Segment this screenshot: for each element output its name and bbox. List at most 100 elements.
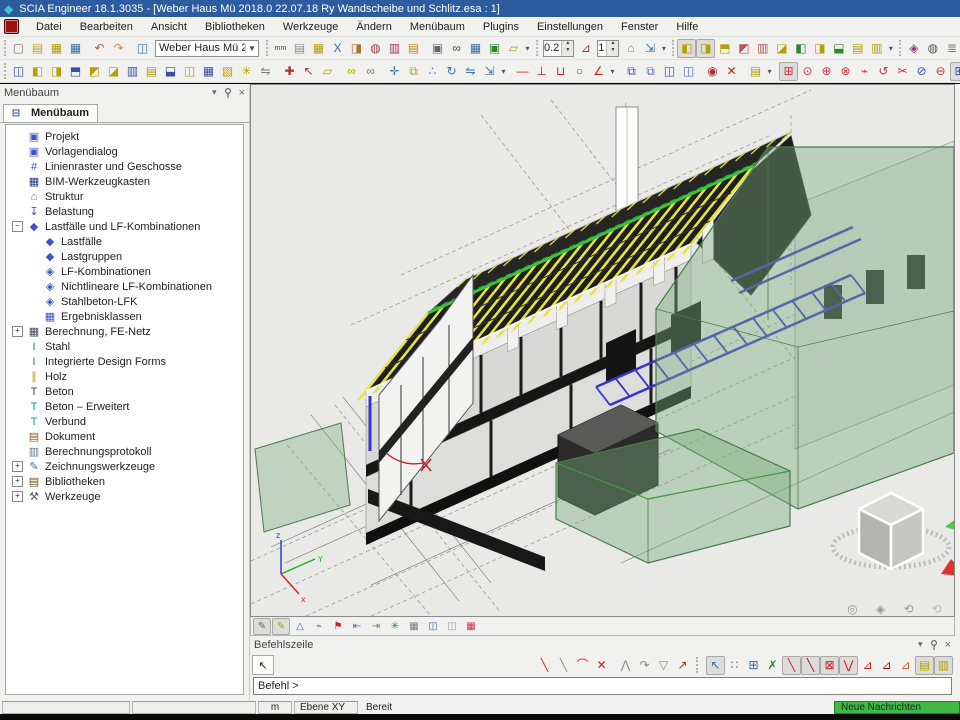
snap-midpoint-2-icon[interactable]: ╲ (801, 656, 820, 675)
search-binoculars-icon[interactable]: ∞ (447, 39, 466, 58)
node-snap-4-icon[interactable]: ⊗ (836, 62, 855, 81)
activity-toggle-icon[interactable]: ◈ (904, 39, 923, 58)
redo-icon[interactable]: ↷ (109, 39, 128, 58)
angle-scale-icon[interactable]: ⊿ (576, 39, 595, 58)
new-messages-button[interactable]: Neue Nachrichten (834, 701, 960, 714)
undo-icon[interactable]: ↶ (90, 39, 109, 58)
wall-tool-5-icon[interactable]: ▥ (753, 39, 772, 58)
wall-tool-11-icon[interactable]: ▥ (867, 39, 886, 58)
select-lasso-icon[interactable]: ▱ (318, 62, 337, 81)
tree-item-werkzeuge[interactable]: +⚒Werkzeuge (6, 489, 243, 504)
spin-down-icon[interactable]: ▼ (607, 48, 618, 56)
beam-tool-3-icon[interactable]: ◨ (47, 62, 66, 81)
walls-more-dropdown-icon[interactable]: ▾ (886, 40, 895, 57)
member-numbering-icon[interactable]: ≣ (942, 39, 960, 58)
snap-polygon-icon[interactable]: ▽ (654, 656, 673, 675)
tree-item-stahlbeton-lfk[interactable]: ◈Stahlbeton-LFK (6, 294, 243, 309)
node-snap-2-icon[interactable]: ⊙ (798, 62, 817, 81)
snap-line-free-icon[interactable]: ╲ (554, 656, 573, 675)
tree-item-struktur[interactable]: ⌂Struktur (6, 189, 243, 204)
document-add-icon[interactable]: ▣ (485, 39, 504, 58)
panel-pin-icon[interactable] (224, 88, 232, 98)
axes-display-icon[interactable]: ✳ (386, 618, 404, 635)
tree-expander-icon[interactable]: + (12, 491, 23, 502)
wall-tool-1-icon[interactable]: ◧ (677, 39, 696, 58)
tree-item-beton-erweitert[interactable]: TBeton – Erweitert (6, 399, 243, 414)
node-snap-3-icon[interactable]: ⊕ (817, 62, 836, 81)
snap-delete-icon[interactable]: ✕ (592, 656, 611, 675)
rotate-view-1-icon[interactable]: ⟲ (899, 600, 918, 619)
status-unit[interactable]: m (258, 701, 292, 714)
menu-bibliotheken[interactable]: Bibliotheken (196, 18, 274, 36)
snap-extension-icon[interactable]: ⊿ (896, 656, 915, 675)
beam-tool-13-icon[interactable]: ✳ (237, 62, 256, 81)
tree-item-beton[interactable]: TBeton (6, 384, 243, 399)
rotate-view-2-icon[interactable]: ⟲ (927, 600, 946, 619)
snap-grid-lines-icon[interactable]: ⊞ (744, 656, 763, 675)
snap-direction-icon[interactable]: ↗ (673, 656, 692, 675)
snap-intersection-icon[interactable]: ⊠ (820, 656, 839, 675)
menu-plugins[interactable]: Plugins (474, 18, 528, 36)
wall-tool-9-icon[interactable]: ⬓ (829, 39, 848, 58)
view-settings-gear-icon[interactable]: ⚙ (955, 600, 960, 619)
snap-orthogonal-icon[interactable]: ⋁ (839, 656, 858, 675)
save-all-icon[interactable]: ▦ (47, 39, 66, 58)
panel-collapse-icon[interactable]: ▾ (212, 87, 217, 98)
tree-item-stahl[interactable]: IStahl (6, 339, 243, 354)
draw-more-dropdown-icon[interactable]: ▾ (608, 63, 617, 80)
beam-tool-6-icon[interactable]: ◪ (104, 62, 123, 81)
beam-tool-5-icon[interactable]: ◩ (85, 62, 104, 81)
node-snap-5-icon[interactable]: ⌁ (855, 62, 874, 81)
tree-item-lf-kombinationen[interactable]: ◈LF-Kombinationen (6, 264, 243, 279)
label-abc-2-icon[interactable]: ⇥ (367, 618, 385, 635)
menu--ndern[interactable]: Ändern (347, 18, 400, 36)
tree-expander-icon[interactable]: + (12, 326, 23, 337)
draw-angle-icon[interactable]: ∠ (589, 62, 608, 81)
panel-close-icon[interactable]: × (945, 639, 951, 651)
tree-item-berechnung-fe-netz[interactable]: +▦Berechnung, FE-Netz (6, 324, 243, 339)
beam-tool-14-icon[interactable]: ⇋ (256, 62, 275, 81)
view-orientation-cube-icon[interactable]: ◈ (871, 600, 890, 619)
export-more-dropdown-icon[interactable]: ▾ (765, 63, 774, 80)
save-icon[interactable]: ▦ (66, 39, 85, 58)
menu-bearbeiten[interactable]: Bearbeiten (71, 18, 142, 36)
rotate-member-icon[interactable]: ↻ (442, 62, 461, 81)
modify-more-dropdown-icon[interactable]: ▾ (499, 63, 508, 80)
draw-circle-icon[interactable]: ○ (570, 62, 589, 81)
rotate-cw-arrow[interactable] (945, 515, 954, 532)
menu-men-baum[interactable]: Menübaum (401, 18, 474, 36)
copy-multi-icon[interactable]: ⧉ (622, 62, 641, 81)
tree-item-zeichnungswerkzeuge[interactable]: +✎Zeichnungswerkzeuge (6, 459, 243, 474)
count-spinner[interactable]: 1 ▲▼ (597, 40, 619, 57)
beam-tool-11-icon[interactable]: ▦ (199, 62, 218, 81)
scale-more-dropdown-icon[interactable]: ▾ (659, 40, 668, 57)
wall-tool-6-icon[interactable]: ◪ (772, 39, 791, 58)
panel-pin-icon[interactable] (930, 640, 938, 650)
paste-properties-icon[interactable]: ◨ (347, 39, 366, 58)
tree-item-lastgruppen[interactable]: ◆Lastgruppen (6, 249, 243, 264)
stretch-member-icon[interactable]: ⇲ (480, 62, 499, 81)
tree-item-holz[interactable]: ∥Holz (6, 369, 243, 384)
flags-toggle-icon[interactable]: ⚑ (329, 618, 347, 635)
layers-icon[interactable]: ▤ (290, 39, 309, 58)
selection-cursor-button[interactable]: ↖ (252, 655, 274, 675)
tree-expander-icon[interactable]: + (12, 476, 23, 487)
beam-tool-9-icon[interactable]: ⬓ (161, 62, 180, 81)
glasses-show-icon[interactable]: ∞ (342, 62, 361, 81)
tree-item-ergebnisklassen[interactable]: ▦Ergebnisklassen (6, 309, 243, 324)
supports-toggle-icon[interactable]: △ (291, 618, 309, 635)
grid-table-icon[interactable]: ▦ (462, 618, 480, 635)
wall-tool-8-icon[interactable]: ◨ (810, 39, 829, 58)
beam-tool-1-icon[interactable]: ◫ (9, 62, 28, 81)
mirror-member-icon[interactable]: ⇋ (461, 62, 480, 81)
tree-item-lastf-lle-und-lf-kombinationen[interactable]: −◆Lastfälle und LF-Kombinationen (6, 219, 243, 234)
workspace-panel-icon[interactable]: ◫ (133, 39, 152, 58)
snap-line-icon[interactable]: ╲ (535, 656, 554, 675)
tree-item-bibliotheken[interactable]: +▤Bibliotheken (6, 474, 243, 489)
snap-table-2-icon[interactable]: ▥ (934, 656, 953, 675)
mesh-sphere-icon[interactable]: ◍ (366, 39, 385, 58)
beam-tool-7-icon[interactable]: ▥ (123, 62, 142, 81)
combination-table-icon[interactable]: ▥ (385, 39, 404, 58)
beam-tool-10-icon[interactable]: ◫ (180, 62, 199, 81)
tree-item-lastf-lle[interactable]: ◆Lastfälle (6, 234, 243, 249)
